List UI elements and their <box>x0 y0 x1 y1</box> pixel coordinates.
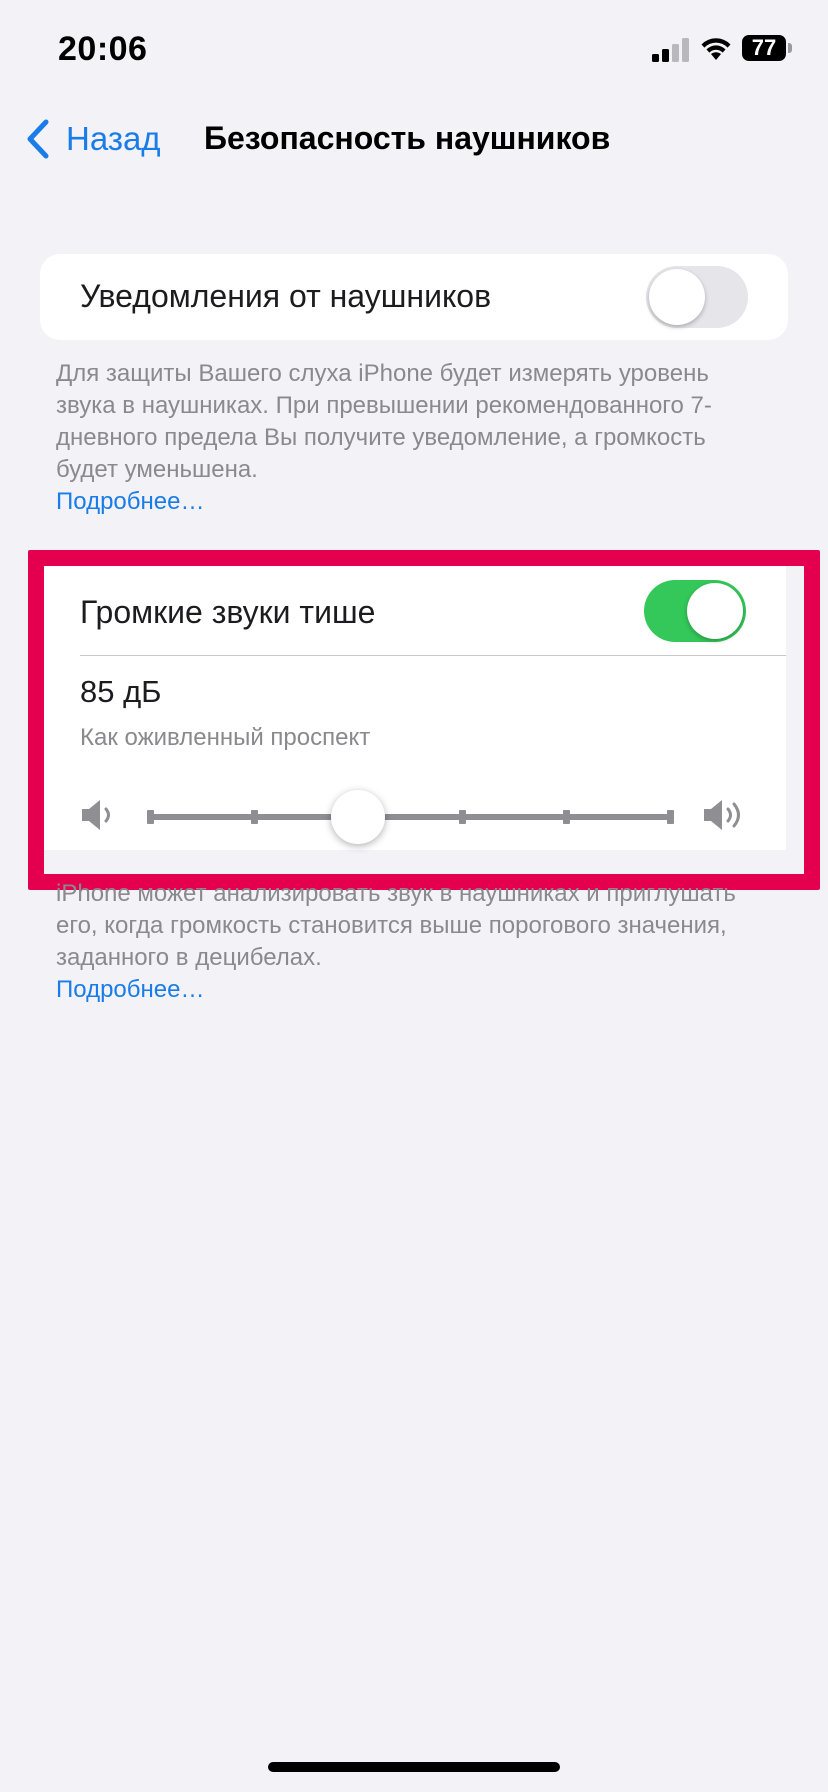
slider-thumb[interactable] <box>331 790 385 844</box>
footnote-text: iPhone может анализировать звук в наушни… <box>56 880 736 971</box>
back-label: Назад <box>66 120 161 157</box>
slider-tick <box>250 810 258 824</box>
cellular-signal-icon <box>652 38 689 62</box>
chevron-left-icon <box>27 119 49 159</box>
navigation-bar: Назад Безопасность наушников <box>0 110 828 170</box>
learn-more-link-reduce[interactable]: Подробнее… <box>56 974 756 1006</box>
footnote-text: Для защиты Вашего слуха iPhone будет изм… <box>56 360 712 483</box>
toggle-knob <box>687 583 743 639</box>
battery-cap <box>788 43 792 53</box>
decibel-level-value: 85 дБ <box>80 674 162 709</box>
back-button[interactable]: Назад <box>24 114 161 164</box>
decibel-slider[interactable] <box>146 790 674 844</box>
headphone-notifications-label: Уведомления от наушников <box>80 278 492 314</box>
reduce-loud-audio-card: Громкие звуки тише 85 дБ Как оживленный … <box>44 566 786 850</box>
speaker-low-icon <box>82 800 110 830</box>
wifi-icon <box>701 38 731 60</box>
headphone-notifications-card: Уведомления от наушников <box>40 254 788 340</box>
headphone-notifications-footnote: Для защиты Вашего слуха iPhone будет изм… <box>56 358 756 518</box>
page-title: Безопасность наушников <box>204 120 611 156</box>
reduce-loud-audio-toggle[interactable] <box>644 580 746 642</box>
battery-icon: 77 <box>742 35 792 61</box>
reduce-loud-audio-footnote: iPhone может анализировать звук в наушни… <box>56 878 756 1006</box>
status-bar: 20:06 77 <box>0 0 828 100</box>
home-indicator <box>268 1762 560 1772</box>
toggle-knob <box>649 269 705 325</box>
status-time: 20:06 <box>58 30 148 68</box>
slider-tick <box>666 810 674 824</box>
battery-percent: 77 <box>742 35 786 61</box>
slider-tick <box>562 810 570 824</box>
learn-more-link-notifications[interactable]: Подробнее… <box>56 486 756 518</box>
decibel-level-description: Как оживленный проспект <box>80 724 371 751</box>
reduce-loud-audio-label: Громкие звуки тише <box>80 594 376 630</box>
slider-tick <box>458 810 466 824</box>
divider <box>80 655 786 656</box>
slider-tick <box>146 810 154 824</box>
speaker-high-icon <box>704 800 740 830</box>
headphone-notifications-toggle[interactable] <box>646 266 748 328</box>
